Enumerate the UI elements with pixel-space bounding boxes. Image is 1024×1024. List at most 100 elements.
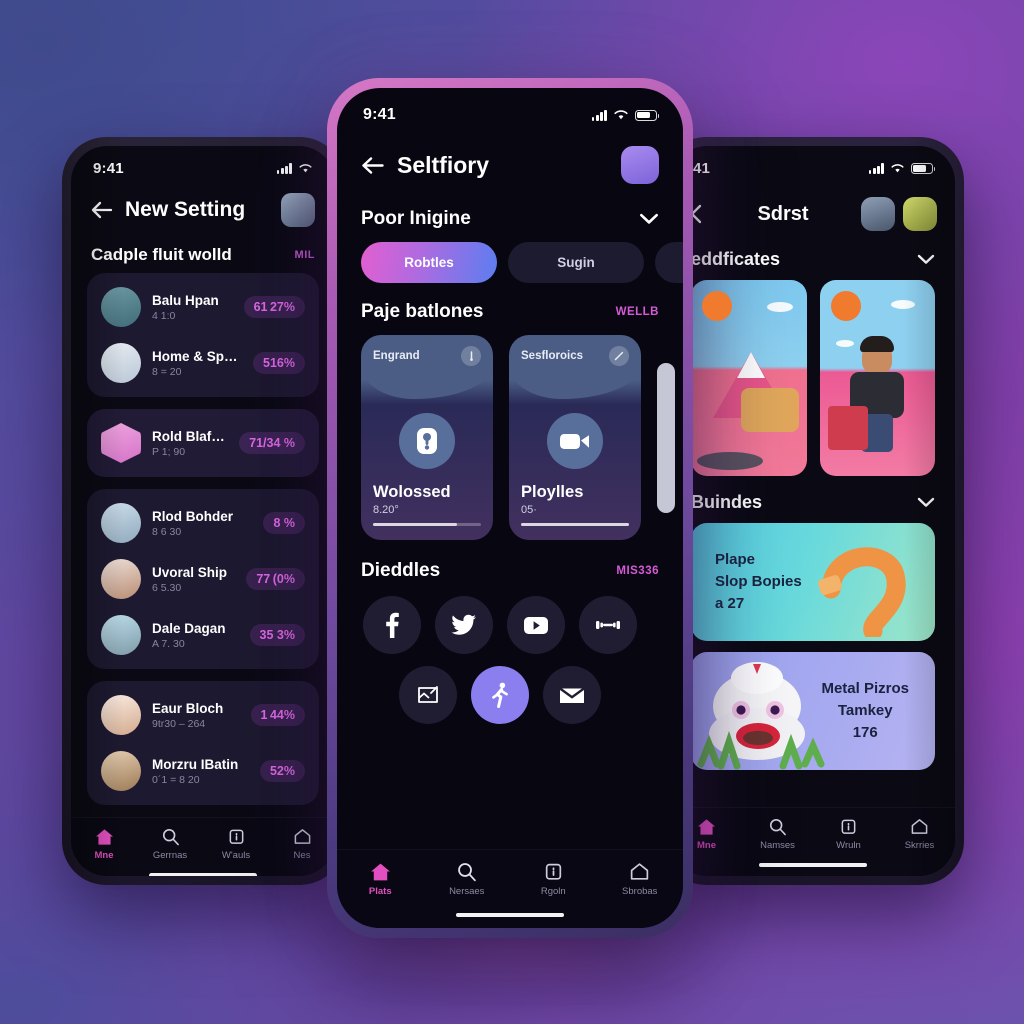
card-meta: 8.20° (373, 504, 399, 516)
tab-label: Nes (293, 850, 311, 861)
tab-search[interactable]: Nersaes (424, 862, 511, 897)
card-footer: Wolossed 8.20° (373, 483, 481, 526)
mail-icon-button[interactable] (543, 666, 601, 724)
card-scroll-peek[interactable] (657, 362, 675, 513)
banner-list: Plape Slop Bopies a 27 Metal Pizros Tamk… (671, 521, 955, 778)
cellular-signal-icon (276, 163, 292, 174)
search-icon (162, 828, 179, 846)
chevron-down-icon[interactable] (639, 213, 659, 225)
tab-label: Sbrobas (622, 885, 658, 897)
cellular-signal-icon (868, 163, 884, 174)
social-row-1 (363, 596, 657, 654)
list-item[interactable]: Eaur Bloch 9tr30 – 264 1 44% (91, 687, 315, 743)
list-item-sub: 0´1 = 8 20 (152, 773, 200, 786)
tab-home[interactable]: Plats (337, 862, 424, 897)
tab-stories[interactable]: Skrries (884, 818, 955, 851)
section-more-link[interactable]: MIL (295, 249, 315, 261)
phone-left-screen: 9:41 New Setting Cadple fluit wolld MIL … (71, 146, 335, 876)
twitter-icon-button[interactable] (435, 596, 493, 654)
segment-tab-2[interactable] (655, 242, 683, 283)
tab-search[interactable]: Namses (742, 818, 813, 851)
youtube-icon-button[interactable] (507, 596, 565, 654)
tab-info[interactable]: W'auls (203, 828, 269, 861)
avatar-badge (702, 291, 732, 321)
tab-info[interactable]: Rgoln (510, 862, 597, 897)
segment-tab-0[interactable]: Robtles (361, 242, 497, 283)
avatar[interactable] (621, 146, 659, 184)
list-item-name: Rold Blafton (152, 428, 229, 444)
card-list: Engrand Wolossed 8.20° Sesfloroics Ployl… (337, 333, 683, 546)
percent-badge: 77 (0% (246, 568, 305, 590)
avatar[interactable] (281, 193, 315, 227)
cloud-icon (835, 340, 854, 347)
home-indicator (456, 912, 564, 917)
battery-icon (911, 163, 936, 174)
card-header: Engrand (361, 335, 493, 366)
tab-stories[interactable]: Sbrobas (597, 862, 684, 897)
chevron-down-icon[interactable] (917, 497, 935, 508)
tab-stories[interactable]: Nes (269, 828, 335, 861)
video-camera-icon (547, 413, 603, 469)
card-meta: 05· (521, 504, 537, 516)
content-card[interactable]: Sesfloroics Ploylles 05· (509, 335, 641, 540)
section-more-link[interactable]: MIS336 (616, 565, 659, 577)
percent-badge: 61 27% (243, 296, 305, 318)
banner-item[interactable]: Metal Pizros Tamkey 176 (691, 652, 935, 770)
pentagon-icon (911, 818, 928, 834)
content-card[interactable]: Engrand Wolossed 8.20° (361, 335, 493, 540)
list-item[interactable]: Uvoral Ship 6 5.30 77 (0% (91, 551, 315, 607)
list-item[interactable]: Dale Dagan A 7. 30 35 3% (91, 607, 315, 663)
back-button[interactable] (361, 156, 385, 175)
facebook-icon-button[interactable] (363, 596, 421, 654)
character-scene-card[interactable] (819, 280, 935, 476)
list-item[interactable]: Balu Hpan 4 1:0 61 27% (91, 279, 315, 335)
bottom-nav: Mne Gerrnas W'auls Nes (71, 817, 335, 876)
avatar-2[interactable] (903, 197, 937, 231)
list-item-text: Rold Blafton P 1; 90 (152, 429, 228, 458)
status-bar: 9:41 (71, 146, 335, 181)
list-item[interactable]: Morzru IBatin 0´1 = 8 20 52% (91, 743, 315, 799)
broken-image-icon-button[interactable] (399, 666, 457, 724)
list-item[interactable]: Rlod Bohder 8 6 30 8 % (91, 495, 315, 551)
list-item-sub: 9tr30 – 264 (152, 717, 206, 730)
cellular-signal-icon (591, 109, 607, 121)
phone-left: 9:41 New Setting Cadple fluit wolld MIL … (62, 137, 344, 885)
back-button[interactable] (91, 201, 113, 219)
list-item-name: Rlod Bohder (152, 508, 233, 524)
pin-icon (461, 346, 481, 366)
list-item-sub: 8 = 20 (152, 365, 182, 378)
tab-info[interactable]: Wruln (813, 818, 884, 851)
list-item-text: Uvoral Ship 6 5.30 (152, 565, 235, 594)
avatar (101, 615, 141, 655)
tab-home[interactable]: Mne (71, 828, 137, 861)
tab-label: Rgoln (540, 885, 566, 897)
runner-icon-button[interactable] (471, 666, 529, 724)
wifi-icon (614, 110, 628, 120)
chevron-down-icon[interactable] (917, 254, 935, 265)
section-more-link[interactable]: WELLB (616, 306, 659, 318)
search-icon (769, 818, 786, 835)
avatar (101, 695, 141, 735)
segment-tab-1[interactable]: Sugin (508, 242, 644, 283)
tab-search[interactable]: Gerrnas (137, 828, 203, 861)
avatar (101, 287, 141, 327)
tab-label: Plats (368, 885, 392, 897)
banner-item[interactable]: Plape Slop Bopies a 27 (691, 523, 935, 641)
card-header: Sesfloroics (509, 335, 641, 366)
list-group: Rlod Bohder 8 6 30 8 % Uvoral Ship 6 5.3… (87, 489, 319, 669)
info-box-icon (841, 819, 856, 834)
mountain-scene-card[interactable] (691, 280, 807, 476)
avatar-1[interactable] (861, 197, 895, 231)
status-time: 41 (693, 160, 711, 177)
list-item[interactable]: Rold Blafton P 1; 90 71/34 % (91, 415, 315, 471)
list-item-name: Balu Hpan (152, 292, 219, 308)
pentagon-icon (631, 862, 649, 880)
list-item-sub: 4 1:0 (152, 309, 176, 322)
segment-label: Robtles (404, 255, 454, 270)
orange-tube-icon (818, 547, 906, 637)
list-item[interactable]: Home & Sppest 8 = 20 516% (91, 335, 315, 391)
dumbbell-icon-button[interactable] (579, 596, 637, 654)
bottom-nav: Plats Nersaes Rgoln Sbrobas (337, 848, 684, 928)
tab-label: Gerrnas (152, 850, 188, 861)
